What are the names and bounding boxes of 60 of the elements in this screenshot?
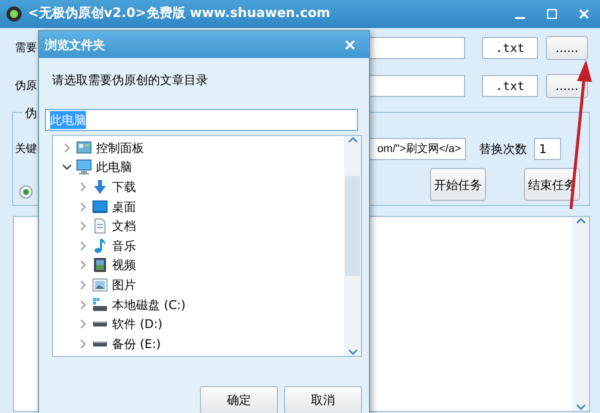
tree-item[interactable]: 此电脑: [96, 158, 132, 176]
keyword-label: 关键: [15, 140, 37, 157]
computer-icon: [76, 159, 92, 176]
system-drive-icon: [92, 296, 108, 313]
replace-count-field[interactable]: 1: [534, 138, 561, 160]
scroll-up-icon: [576, 217, 586, 225]
tree-item[interactable]: 文档: [112, 217, 136, 236]
dialog-title: 浏览文件夹: [45, 36, 105, 54]
dialog-button[interactable]: 确定: [200, 386, 278, 413]
scroll-up-icon: [348, 136, 358, 144]
tree-item[interactable]: 桌面: [112, 198, 136, 216]
expand-chevron-icon[interactable]: [78, 260, 88, 270]
tree-item[interactable]: 本地磁盘 (C:): [112, 296, 186, 314]
expand-chevron-icon[interactable]: [78, 240, 88, 251]
expand-chevron-icon[interactable]: [78, 182, 88, 192]
scroll-down-icon: [348, 348, 358, 356]
minimize-icon: [515, 17, 525, 19]
extension-field[interactable]: .txt: [482, 37, 538, 59]
radio-button[interactable]: [19, 184, 33, 198]
dialog-prompt: 请选取需要伪原创的文章目录: [52, 72, 208, 87]
videos-icon: [92, 257, 108, 274]
extension-field[interactable]: .txt: [482, 75, 538, 97]
documents-icon: [92, 218, 108, 234]
maximize-icon: [547, 9, 557, 19]
expand-chevron-icon[interactable]: [78, 338, 88, 349]
scrollbar[interactable]: [572, 217, 589, 411]
close-icon: [579, 9, 589, 19]
drive-icon: [92, 340, 108, 347]
close-icon: [345, 40, 355, 50]
scrollbar[interactable]: [344, 136, 361, 356]
expand-chevron-icon[interactable]: [78, 221, 88, 232]
music-icon: [92, 238, 108, 254]
control-panel-icon: [76, 140, 92, 156]
browse-button[interactable]: ......: [546, 36, 588, 60]
collapse-chevron-icon[interactable]: [62, 162, 72, 172]
scroll-down-icon: [576, 403, 586, 411]
field-label: 需要: [15, 40, 37, 56]
tree-item[interactable]: 软件 (D:): [112, 315, 162, 334]
dialog-button[interactable]: 取消: [284, 386, 362, 413]
tree-item[interactable]: 图片: [112, 276, 136, 294]
drive-icon: [92, 321, 108, 328]
expand-chevron-icon[interactable]: [78, 202, 88, 212]
tree-item[interactable]: 音乐: [112, 236, 136, 255]
tree-item[interactable]: 备份 (E:): [112, 334, 161, 353]
scrollbar-thumb[interactable]: [345, 176, 360, 276]
expand-chevron-icon[interactable]: [78, 319, 88, 330]
field-label: 伪原: [15, 78, 37, 94]
expand-chevron-icon[interactable]: [78, 280, 88, 290]
window-title: <无极伪原创v2.0>免费版 www.shuawen.com: [28, 5, 330, 24]
pictures-icon: [92, 276, 108, 293]
tree-item[interactable]: 下载: [112, 178, 136, 196]
task-button[interactable]: 开始任务: [430, 168, 486, 201]
desktop-icon: [92, 198, 108, 215]
tree-item[interactable]: 视频: [112, 256, 136, 274]
replace-count-label: 替换次数: [479, 141, 527, 158]
tree-item[interactable]: 控制面板: [96, 138, 144, 157]
expand-chevron-icon[interactable]: [78, 300, 88, 310]
download-icon: [92, 178, 108, 195]
app-icon: [6, 6, 22, 22]
expand-chevron-icon[interactable]: [62, 142, 72, 153]
